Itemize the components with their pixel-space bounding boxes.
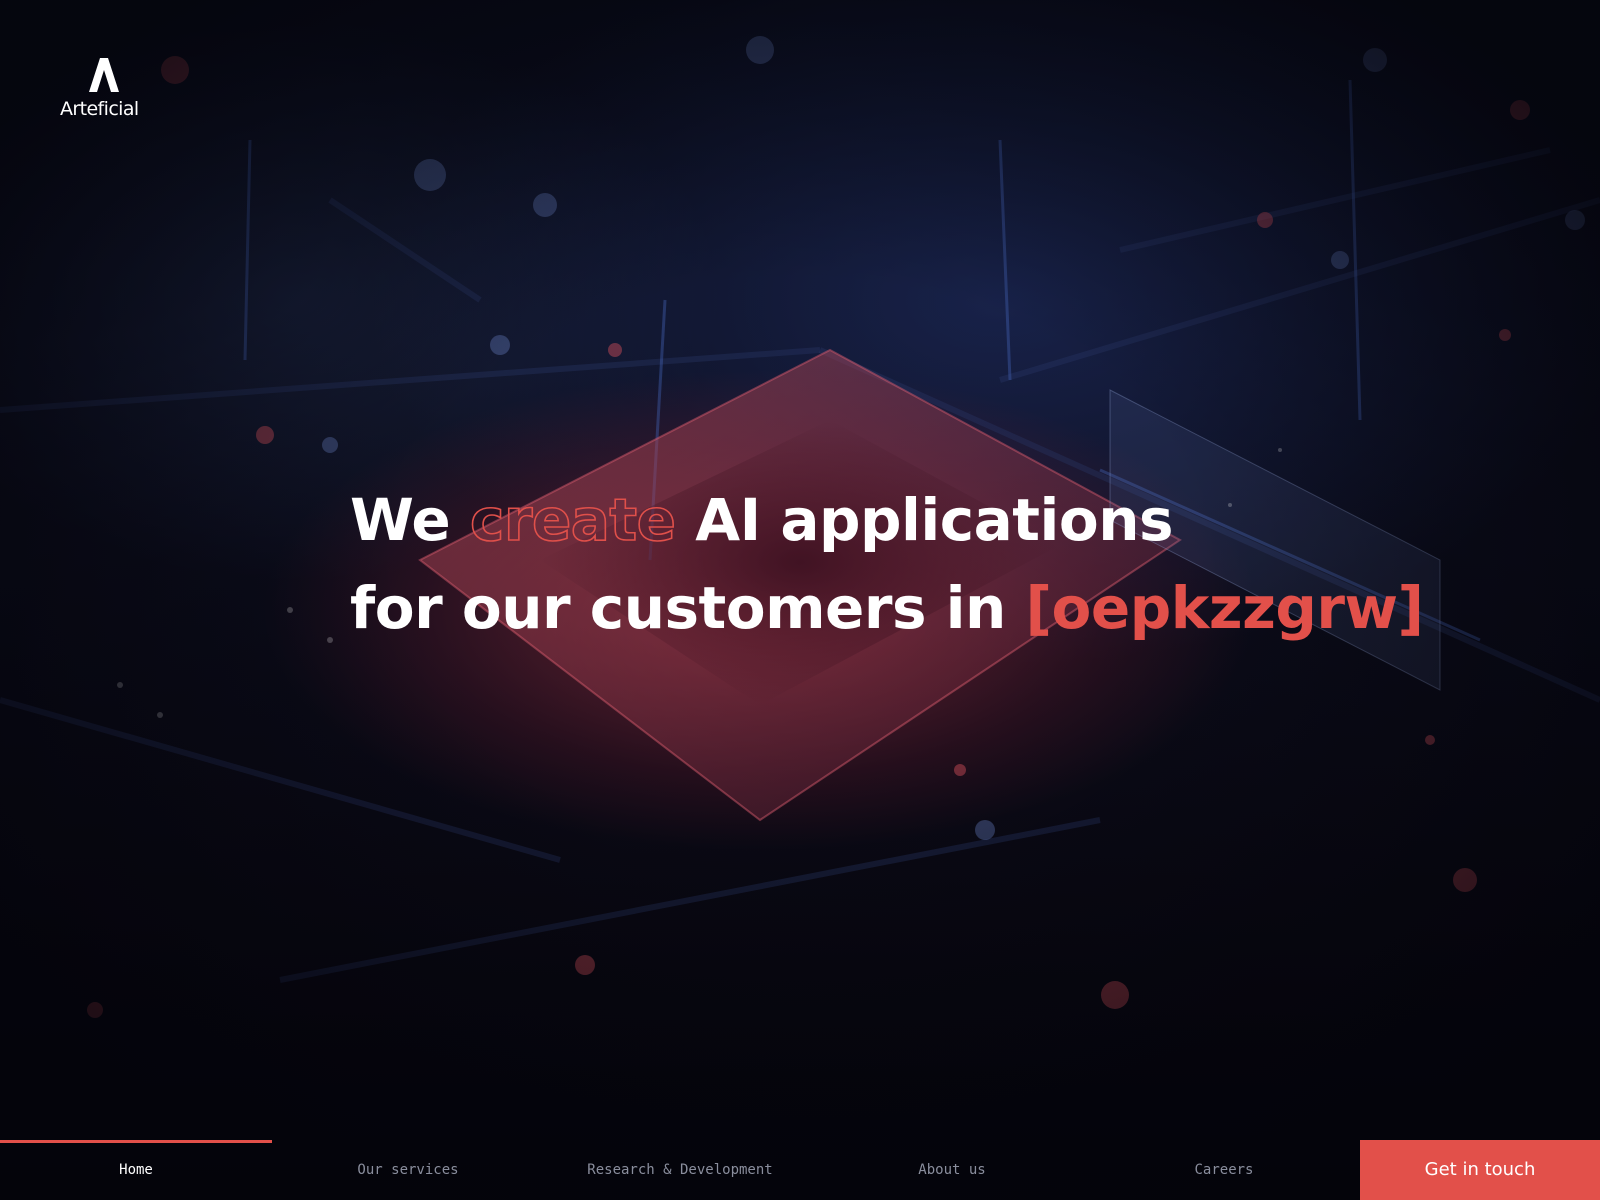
hero-word-create-outlined: create (469, 485, 677, 555)
hero-word-we: We (350, 486, 451, 554)
nav-item-our-services[interactable]: Our services (272, 1140, 544, 1200)
brand-name: Arteficial (60, 98, 139, 120)
nav-item-research-development[interactable]: Research & Development (544, 1140, 816, 1200)
hero-headline: We create AI applications for our custom… (350, 476, 1424, 652)
hero-headline-line-1: We create AI applications (350, 476, 1424, 564)
nav-item-about-us[interactable]: About us (816, 1140, 1088, 1200)
get-in-touch-button[interactable]: Get in touch (1360, 1140, 1600, 1200)
brand-logo[interactable]: Arteficial (60, 58, 150, 124)
nav-item-home[interactable]: Home (0, 1140, 272, 1200)
hero-word-ai-applications: AI applications (695, 486, 1174, 554)
hero-line-2-prefix: for our customers in (350, 574, 1006, 642)
arteficial-a-logo-icon (89, 58, 119, 92)
nav-item-careers[interactable]: Careers (1088, 1140, 1360, 1200)
hero-scrambled-highlight: [oepkzzgrw] (1025, 574, 1425, 642)
hero-headline-line-2: for our customers in [oepkzzgrw] (350, 564, 1424, 652)
